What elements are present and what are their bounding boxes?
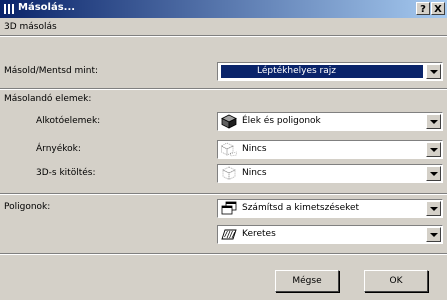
close-button[interactable]: X [431, 2, 445, 15]
components-label: Alkotóelemek: [36, 116, 101, 126]
shadows-label: Árnyékok: [36, 144, 81, 154]
hatch-frame-icon [221, 229, 237, 240]
polygons-calc-select[interactable]: Számítsd a kimetszéseket [217, 199, 443, 218]
chevron-down-icon[interactable] [426, 142, 441, 157]
chevron-down-icon[interactable] [426, 114, 441, 129]
fill-value: Nincs [242, 168, 267, 178]
chevron-down-icon[interactable] [426, 201, 441, 216]
shadows-value: Nincs [242, 144, 267, 154]
chevron-down-icon[interactable] [426, 64, 441, 79]
divider [0, 253, 447, 255]
copy-as-selected-value: Léptékhelyes rajz [220, 64, 424, 79]
cube-shaded-icon [221, 114, 237, 129]
polygons-frame-value: Keretes [242, 229, 276, 239]
copy-as-select[interactable]: Léptékhelyes rajz [217, 62, 443, 81]
section-title: 3D másolás [4, 22, 57, 32]
window-title: Másolás... [18, 2, 76, 13]
polygons-calc-value: Számítsd a kimetszéseket [242, 203, 360, 213]
shadows-select[interactable]: Nincs [217, 140, 443, 159]
components-value: Élek és poligonok [242, 116, 321, 126]
components-select[interactable]: Élek és poligonok [217, 112, 443, 131]
overlapping-windows-icon [221, 201, 237, 215]
polygons-frame-select[interactable]: Keretes [217, 225, 443, 244]
fill-none-icon [222, 166, 236, 180]
fill-label: 3D-s kitöltés: [36, 168, 96, 178]
help-button[interactable]: ? [416, 2, 430, 15]
ok-button[interactable]: OK [364, 270, 428, 292]
fill-select[interactable]: Nincs [217, 164, 443, 183]
shadow-none-icon [221, 142, 237, 157]
divider [0, 88, 447, 90]
polygons-label: Poligonok: [4, 202, 51, 212]
chevron-down-icon[interactable] [426, 227, 441, 242]
divider [0, 35, 447, 37]
chevron-down-icon[interactable] [426, 166, 441, 181]
elements-section-title: Másolandó elemek: [4, 94, 92, 104]
cancel-button[interactable]: Mégse [275, 270, 339, 292]
app-icon [4, 4, 14, 14]
title-bar: Másolás... ? X [0, 0, 447, 18]
divider [0, 193, 447, 195]
copy-as-label: Másold/Mentsd mint: [4, 66, 99, 76]
